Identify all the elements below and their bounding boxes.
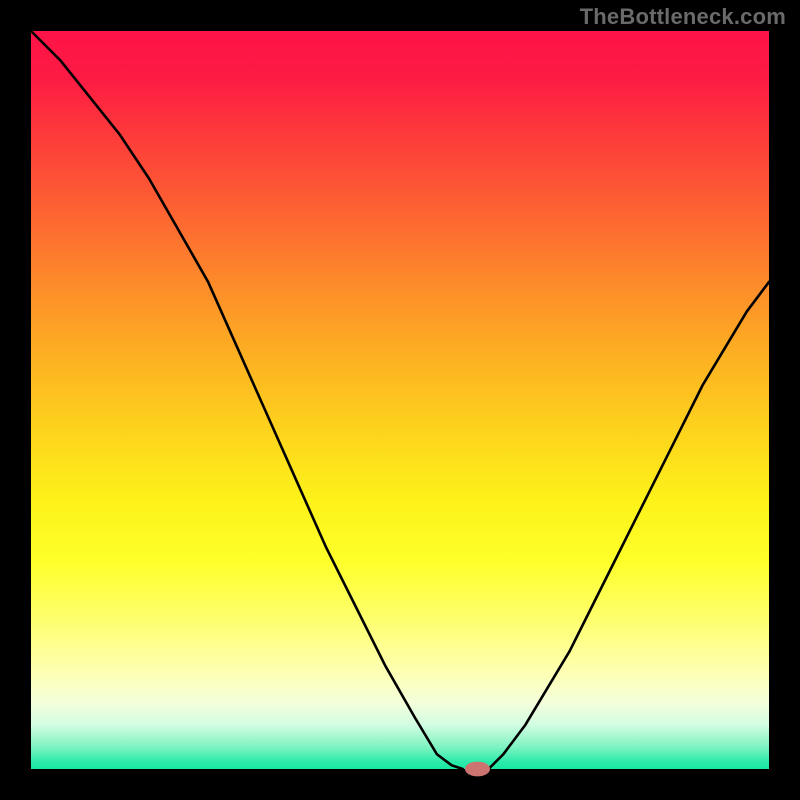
chart-svg (31, 31, 769, 769)
watermark-text: TheBottleneck.com (580, 4, 786, 30)
plot-area (31, 31, 769, 769)
curve-left-branch (31, 31, 463, 769)
minimum-marker (465, 762, 490, 777)
curve-right-branch (489, 282, 769, 769)
chart-frame: TheBottleneck.com (0, 0, 800, 800)
